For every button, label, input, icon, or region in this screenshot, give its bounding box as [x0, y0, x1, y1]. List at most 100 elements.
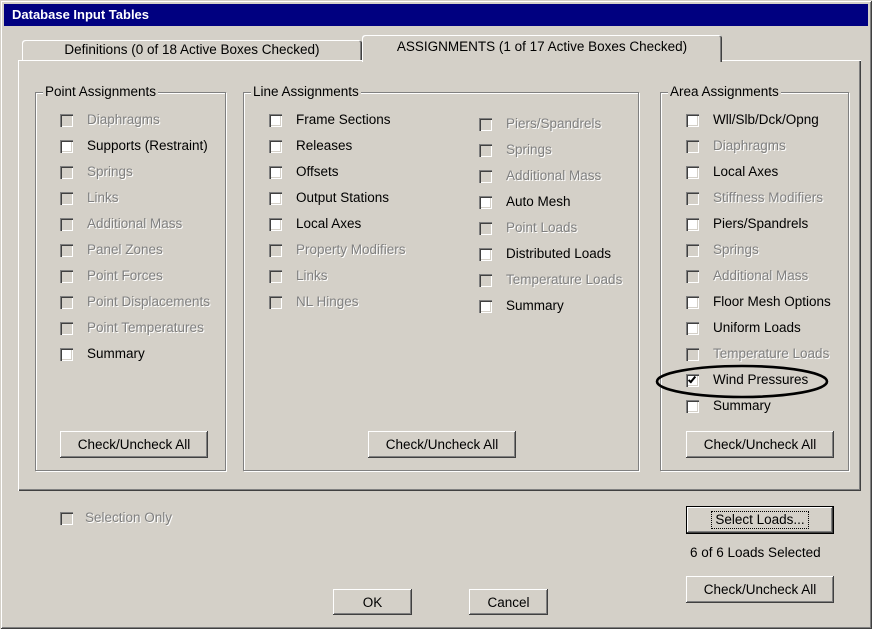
area-assignments-group: Area Assignments Wll/Slb/Dck/Opng Diaphr… — [660, 84, 849, 471]
checkbox-label[interactable]: Local Axes — [296, 216, 361, 232]
select-loads-button[interactable]: Select Loads... — [686, 506, 834, 534]
checkbox-label: Point Temperatures — [87, 320, 204, 335]
line-assignments-list-left: Frame Sections Releases Offsets Output S… — [269, 107, 406, 315]
checkbox[interactable] — [686, 295, 699, 309]
checkbox[interactable] — [686, 373, 699, 387]
checkbox[interactable] — [686, 165, 699, 179]
area-item-floor-mesh-options[interactable]: Floor Mesh Options — [686, 289, 831, 315]
checkbox-label: Stiffness Modifiers — [713, 190, 824, 205]
area-item-springs: Springs — [686, 237, 831, 263]
checkbox-label[interactable]: Summary — [713, 398, 771, 414]
tab-assignments[interactable]: ASSIGNMENTS (1 of 17 Active Boxes Checke… — [362, 35, 722, 62]
area-check-uncheck-all-button[interactable]: Check/Uncheck All — [686, 431, 834, 458]
checkbox — [60, 243, 73, 257]
checkbox-label[interactable]: Releases — [296, 138, 352, 154]
checkbox — [686, 243, 699, 257]
checkbox[interactable] — [686, 113, 699, 127]
line-item-offsets[interactable]: Offsets — [269, 159, 406, 185]
line-item-output-stations[interactable]: Output Stations — [269, 185, 406, 211]
checkbox-label: Diaphragms — [713, 138, 786, 153]
checkbox[interactable] — [479, 299, 492, 313]
area-item-temperature-loads: Temperature Loads — [686, 341, 831, 367]
checkbox-label: Additional Mass — [713, 268, 809, 283]
checkbox-label[interactable]: Summary — [506, 298, 564, 314]
checkbox-label: Temperature Loads — [506, 272, 623, 287]
checkbox[interactable] — [269, 139, 282, 153]
checkbox-label[interactable]: Uniform Loads — [713, 320, 801, 336]
dialog-window: Database Input Tables Definitions (0 of … — [0, 0, 872, 629]
checkbox-label[interactable]: Distributed Loads — [506, 246, 611, 262]
line-item-additional-mass: Additional Mass — [479, 163, 622, 189]
checkbox — [269, 269, 282, 283]
area-item-piers-spandrels[interactable]: Piers/Spandrels — [686, 211, 831, 237]
checkbox-label[interactable]: Floor Mesh Options — [713, 294, 831, 310]
line-item-distributed-loads[interactable]: Distributed Loads — [479, 241, 622, 267]
checkbox — [686, 347, 699, 361]
line-item-auto-mesh[interactable]: Auto Mesh — [479, 189, 622, 215]
point-item-additional-mass: Additional Mass — [60, 211, 210, 237]
ok-button[interactable]: OK — [333, 589, 412, 615]
checkbox-label[interactable]: Piers/Spandrels — [713, 216, 808, 232]
checkbox — [60, 191, 73, 205]
window-title: Database Input Tables — [12, 7, 150, 22]
checkbox-label[interactable]: Auto Mesh — [506, 194, 571, 210]
area-item-uniform-loads[interactable]: Uniform Loads — [686, 315, 831, 341]
checkbox[interactable] — [479, 195, 492, 209]
tab-panel-assignments: Point Assignments Diaphragms Supports (R… — [18, 60, 861, 491]
checkbox-label[interactable]: Local Axes — [713, 164, 778, 180]
checkbox[interactable] — [686, 321, 699, 335]
checkbox-label: Point Loads — [506, 220, 578, 235]
checkbox[interactable] — [269, 165, 282, 179]
area-item-stiffness-modifiers: Stiffness Modifiers — [686, 185, 831, 211]
line-item-releases[interactable]: Releases — [269, 133, 406, 159]
checkbox — [60, 269, 73, 283]
area-item-summary[interactable]: Summary — [686, 393, 831, 419]
loads-check-uncheck-all-button[interactable]: Check/Uncheck All — [686, 576, 834, 603]
line-check-uncheck-all-button[interactable]: Check/Uncheck All — [368, 431, 516, 458]
point-item-supports[interactable]: Supports (Restraint) — [60, 133, 210, 159]
checkbox-label[interactable]: Frame Sections — [296, 112, 391, 128]
checkbox-label: Temperature Loads — [713, 346, 830, 361]
point-item-summary[interactable]: Summary — [60, 341, 210, 367]
point-assignments-list: Diaphragms Supports (Restraint) Springs … — [60, 107, 210, 367]
line-item-point-loads: Point Loads — [479, 215, 622, 241]
point-item-springs: Springs — [60, 159, 210, 185]
checkbox — [479, 143, 492, 157]
checkbox[interactable] — [269, 217, 282, 231]
checkbox[interactable] — [686, 399, 699, 413]
checkbox[interactable] — [60, 139, 73, 153]
checkbox[interactable] — [686, 217, 699, 231]
checkbox-label[interactable]: Output Stations — [296, 190, 389, 206]
checkbox[interactable] — [60, 347, 73, 361]
area-item-additional-mass: Additional Mass — [686, 263, 831, 289]
checkbox-label[interactable]: Wind Pressures — [713, 372, 808, 388]
point-check-uncheck-all-button[interactable]: Check/Uncheck All — [60, 431, 208, 458]
line-item-frame-sections[interactable]: Frame Sections — [269, 107, 406, 133]
checkbox-label: Property Modifiers — [296, 242, 406, 257]
point-item-point-temperatures: Point Temperatures — [60, 315, 210, 341]
tab-definitions[interactable]: Definitions (0 of 18 Active Boxes Checke… — [22, 40, 362, 60]
checkbox[interactable] — [269, 113, 282, 127]
checkbox[interactable] — [479, 247, 492, 261]
checkbox — [479, 273, 492, 287]
checkbox-label: Panel Zones — [87, 242, 163, 257]
checkbox-label: Springs — [713, 242, 759, 257]
area-item-local-axes[interactable]: Local Axes — [686, 159, 831, 185]
cancel-button[interactable]: Cancel — [469, 589, 548, 615]
checkbox-label[interactable]: Offsets — [296, 164, 339, 180]
point-item-links: Links — [60, 185, 210, 211]
checkbox-label[interactable]: Wll/Slb/Dck/Opng — [713, 112, 819, 128]
checkbox — [686, 139, 699, 153]
line-item-temperature-loads: Temperature Loads — [479, 267, 622, 293]
line-item-summary[interactable]: Summary — [479, 293, 622, 319]
area-item-wall-slab-deck-opening[interactable]: Wll/Slb/Dck/Opng — [686, 107, 831, 133]
checkbox — [686, 191, 699, 205]
checkbox[interactable] — [269, 191, 282, 205]
line-item-local-axes[interactable]: Local Axes — [269, 211, 406, 237]
area-item-wind-pressures[interactable]: Wind Pressures — [686, 367, 831, 393]
line-item-springs: Springs — [479, 137, 622, 163]
checkbox-label[interactable]: Supports (Restraint) — [87, 138, 208, 154]
checkbox — [686, 269, 699, 283]
checkbox-label[interactable]: Summary — [87, 346, 145, 362]
checkbox-label: Springs — [506, 142, 552, 157]
